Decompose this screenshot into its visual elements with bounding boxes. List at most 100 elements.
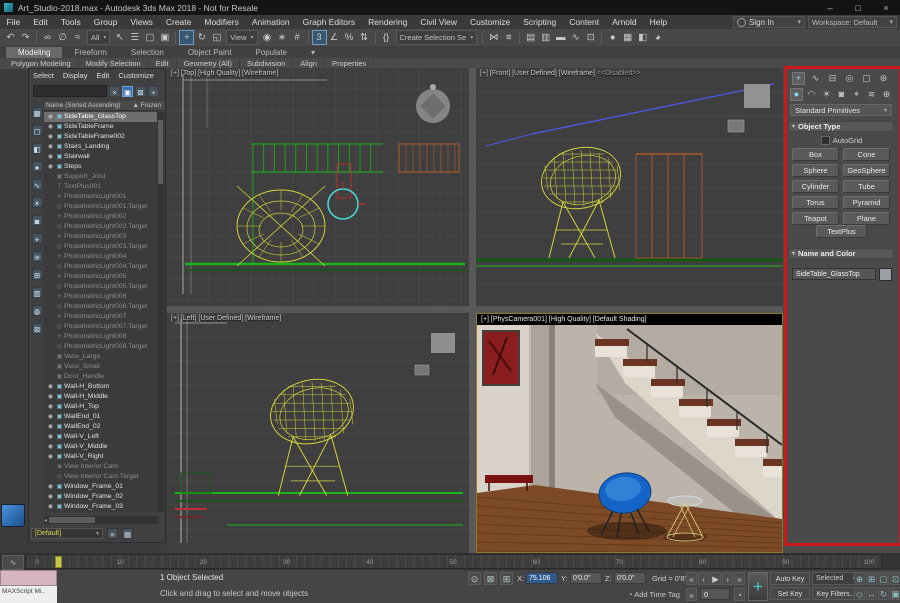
viewport-front[interactable]: [+] [Front] [User Defined] [Wireframe] <… (476, 68, 783, 306)
explorer-row[interactable]: · ☀ PhotometricLight005 (44, 272, 159, 282)
visibility-icon[interactable]: · (46, 182, 55, 192)
explorer-row[interactable]: · ◎ PhotometricLight001.Target (44, 202, 159, 212)
rectangular-selection-region-icon[interactable]: ▢ (142, 30, 157, 45)
material-editor-icon[interactable]: ● (605, 30, 620, 45)
explorer-row[interactable]: · T TextPlus001 (44, 182, 159, 192)
explorer-row[interactable]: · ☀ PhotometricLight003 (44, 232, 159, 242)
mirror-icon[interactable]: ⋈ (486, 30, 501, 45)
field-of-view-icon[interactable]: ◇ (854, 587, 865, 600)
visibility-icon[interactable]: ◉ (46, 482, 55, 492)
display-xrefs-icon[interactable]: ▥ (31, 287, 43, 298)
view-hierarchy-icon[interactable]: ▣ (122, 85, 133, 97)
object-button-cone[interactable]: Cone (843, 148, 890, 161)
display-none-icon[interactable]: ▢ (31, 125, 43, 136)
visibility-icon[interactable]: ◉ (46, 392, 55, 402)
hierarchy-tab-icon[interactable]: ⊟ (826, 72, 839, 85)
toggle-ribbon-icon[interactable]: ▬ (553, 30, 568, 45)
explorer-row[interactable]: · ☀ PhotometricLight004 (44, 252, 159, 262)
object-button-geosphere[interactable]: GeoSphere (843, 164, 890, 177)
explorer-row[interactable]: ◉ ▣ Wall-V_Middle (44, 442, 159, 452)
select-and-move-icon[interactable]: + (179, 30, 195, 45)
object-button-torus[interactable]: Torus (792, 196, 839, 209)
visibility-icon[interactable]: · (46, 472, 55, 482)
explorer-menu-display[interactable]: Display (63, 71, 88, 80)
visibility-icon[interactable]: · (46, 252, 55, 262)
explorer-row[interactable]: ◉ ▣ SideTableFrame (44, 122, 159, 132)
ribbon-tab-modeling[interactable]: Modeling (6, 47, 63, 58)
lock-cell-editing-icon[interactable]: ⊠ (31, 323, 43, 334)
named-selection-sets-dropdown[interactable]: Create Selection Se ▾ (395, 30, 478, 45)
display-spacewarps-icon[interactable]: ≋ (31, 251, 43, 262)
explorer-row[interactable]: · ◎ PhotometricLight007.Target (44, 322, 159, 332)
close-button[interactable]: × (872, 3, 900, 13)
lock-explorer-icon[interactable]: ⊠ (135, 85, 146, 97)
explorer-row[interactable]: ◉ ▣ Window_Frame_02 (44, 492, 159, 502)
maxscript-listener-pane[interactable]: MAXScript Mi.. (0, 586, 57, 603)
window-crossing-icon[interactable]: ▣ (157, 30, 172, 45)
object-button-cylinder[interactable]: Cylinder (792, 180, 839, 193)
display-tab-icon[interactable]: ▢ (860, 72, 873, 85)
explorer-row[interactable]: · ◙ View Interior Cam (44, 462, 159, 472)
explorer-row[interactable]: ◉ ▣ WallEnd_02 (44, 422, 159, 432)
ribbon-group-properties[interactable]: Properties (325, 59, 375, 68)
explorer-row[interactable]: · ◎ View Interior Cam.Target (44, 472, 159, 482)
visibility-icon[interactable]: ◉ (46, 132, 55, 142)
snaps-toggle-icon[interactable]: 3 (311, 30, 327, 45)
explorer-menu-select[interactable]: Select (33, 71, 54, 80)
next-frame-icon[interactable]: › (722, 572, 733, 585)
menu-rendering[interactable]: Rendering (362, 17, 414, 27)
display-cameras-icon[interactable]: ◙ (31, 215, 43, 226)
curve-editor-icon[interactable]: ∿ (568, 30, 583, 45)
object-button-textplus[interactable]: TextPlus (816, 225, 867, 238)
object-name-field[interactable]: SideTable_GlassTop (792, 268, 876, 280)
explorer-row[interactable]: ◉ ▣ SideTableFrame002 (44, 132, 159, 142)
visibility-icon[interactable]: ◉ (46, 412, 55, 422)
z-coordinate-field[interactable]: 0'0.0" (614, 572, 646, 584)
explorer-row[interactable]: ◉ ▣ Wall-H_Top (44, 402, 159, 412)
cameras-category-icon[interactable]: ◙ (835, 88, 848, 101)
selection-lock-icon[interactable]: ⊠ (484, 572, 497, 585)
object-button-tube[interactable]: Tube (843, 180, 890, 193)
explorer-row[interactable]: · ◎ PhotometricLight002.Target (44, 222, 159, 232)
visibility-icon[interactable]: · (46, 222, 55, 232)
selection-set-dropdown[interactable]: [Default] ▾ (31, 528, 103, 539)
object-color-swatch[interactable] (879, 267, 892, 281)
explorer-row[interactable]: · ◎ PhotometricLight003.Target (44, 242, 159, 252)
explorer-row[interactable]: · ☀ PhotometricLight008 (44, 332, 159, 342)
visibility-icon[interactable]: · (46, 312, 55, 322)
viewport-camera[interactable]: [+] [PhysCamera001] [High Quality] [Defa… (476, 313, 783, 553)
viewport-camera-label[interactable]: [+] [PhysCamera001] [High Quality] [Defa… (477, 314, 782, 325)
visibility-icon[interactable]: · (46, 322, 55, 332)
visibility-icon[interactable]: · (46, 302, 55, 312)
shapes-category-icon[interactable]: ◠ (805, 88, 818, 101)
display-geometry-icon[interactable]: ● (31, 161, 43, 172)
viewport-top-label[interactable]: [+] [Top] [High Quality] [Wireframe] (171, 70, 278, 77)
ribbon-group-subdivision[interactable]: Subdivision (240, 59, 294, 68)
play-icon[interactable]: ▶ (710, 572, 721, 585)
x-coordinate-field[interactable]: 75.106 (526, 572, 558, 584)
redo-icon[interactable]: ↷ (18, 30, 33, 45)
explorer-row[interactable]: ◉ ▣ Wall-V_Right (44, 452, 159, 462)
align-icon[interactable]: ≡ (501, 30, 516, 45)
sign-in-button[interactable]: Sign In ▾ (733, 16, 805, 28)
menu-customize[interactable]: Customize (464, 17, 517, 27)
select-and-link-icon[interactable]: ∞ (40, 30, 55, 45)
zoom-icon[interactable]: ⊕ (854, 572, 865, 585)
menu-help[interactable]: Help (643, 17, 673, 27)
time-configuration-icon[interactable]: ◔ (734, 588, 745, 601)
explorer-vertical-scrollbar[interactable] (157, 112, 164, 512)
autogrid-checkbox[interactable] (820, 136, 830, 145)
explorer-row[interactable]: · ◎ PhotometricLight004.Target (44, 262, 159, 272)
ribbon-group-modify-selection[interactable]: Modify Selection (79, 59, 149, 68)
ribbon-minimize-icon[interactable]: ▾ (299, 47, 327, 58)
visibility-icon[interactable]: · (46, 212, 55, 222)
explorer-horizontal-scrollbar[interactable]: ◂ (44, 516, 159, 524)
visibility-icon[interactable]: · (46, 342, 55, 352)
select-and-manipulate-icon[interactable]: ∗ (275, 30, 290, 45)
docked-panel-tab-icon[interactable] (1, 504, 25, 527)
explorer-row[interactable]: ◉ ▣ WallEnd_01 (44, 412, 159, 422)
object-button-box[interactable]: Box (792, 148, 839, 161)
display-groups-icon[interactable]: ⊞ (31, 269, 43, 280)
go-to-end-icon[interactable]: » (734, 572, 745, 585)
object-button-pyramid[interactable]: Pyramid (843, 196, 890, 209)
